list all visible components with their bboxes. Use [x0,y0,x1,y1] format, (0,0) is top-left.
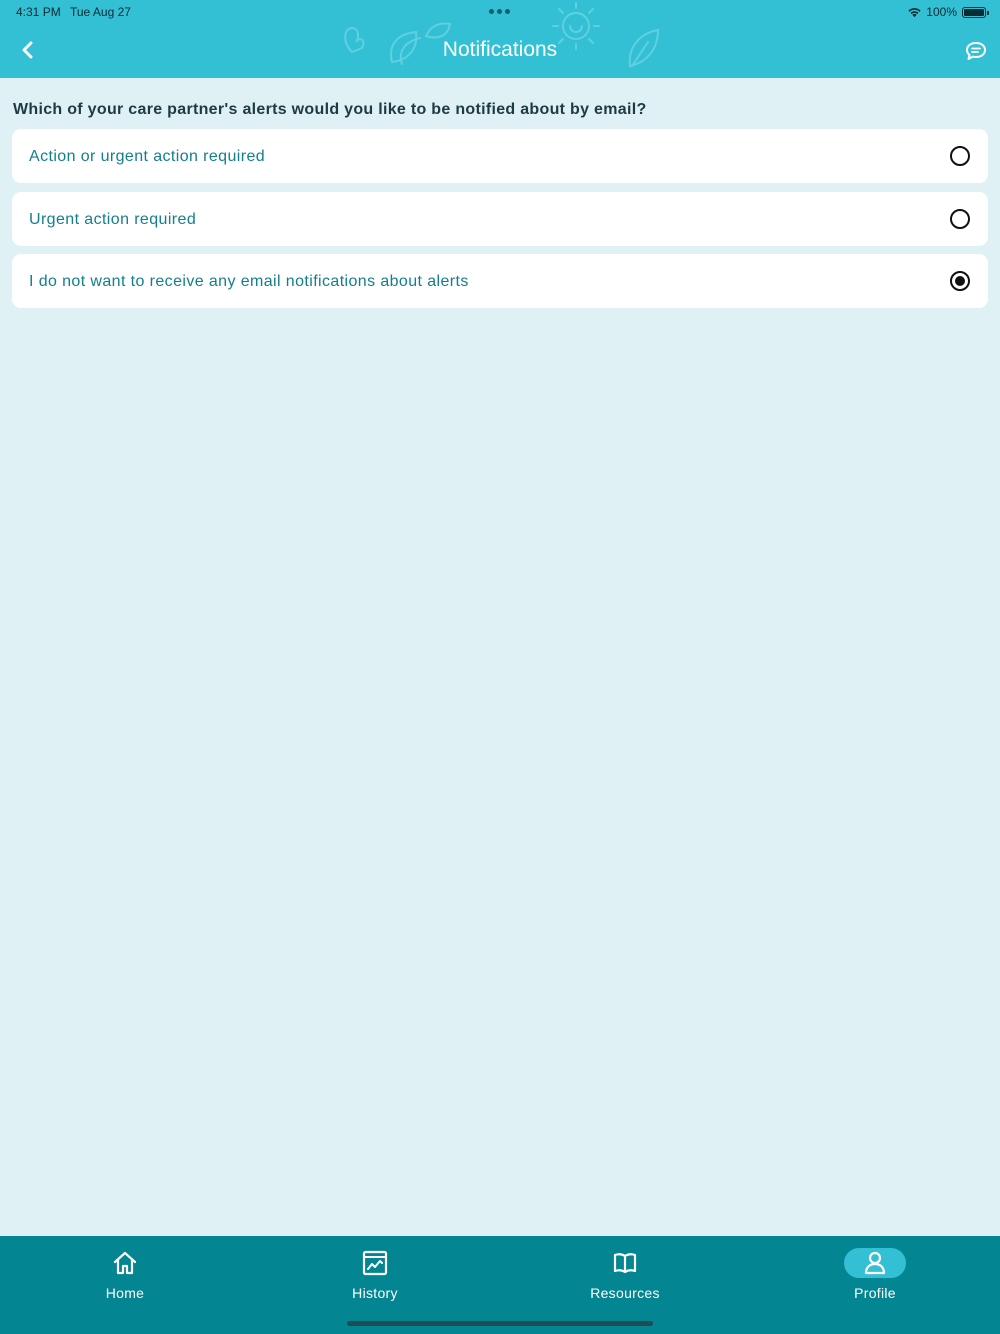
option-label: Action or urgent action required [29,148,266,165]
tab-history[interactable]: History [250,1236,500,1316]
status-indicators: 100% [907,4,989,20]
radio-button[interactable] [950,271,970,291]
notification-options: Action or urgent action required Urgent … [12,129,988,317]
option-label: I do not want to receive any email notif… [29,273,469,290]
home-indicator[interactable] [347,1321,653,1326]
chat-bubble-icon [966,42,986,60]
tab-icon-container [94,1248,156,1278]
bottom-tab-bar: Home History Resources Profile [0,1236,1000,1334]
tab-label: Profile [854,1285,896,1301]
book-icon [613,1253,637,1274]
option-urgent-only[interactable]: Urgent action required [12,191,988,246]
option-label: Urgent action required [29,210,197,228]
tab-label: History [352,1285,398,1301]
home-icon [113,1251,137,1275]
battery-icon [962,6,989,18]
status-time: 4:31 PM [16,5,61,19]
tab-label: Home [105,1285,145,1301]
wifi-icon [908,8,921,18]
tab-icon-container [844,1248,906,1278]
battery-percentage: 100% [926,5,957,19]
user-icon [864,1251,886,1275]
chart-icon [362,1250,388,1276]
tab-profile[interactable]: Profile [750,1236,1000,1316]
radio-button[interactable] [950,146,970,166]
page-title: Notifications [442,38,558,61]
tab-resources[interactable]: Resources [500,1236,750,1316]
tab-label: Resources [590,1285,660,1301]
app-header: 4:31 PM Tue Aug 27 100% Notifications [0,0,1000,78]
tab-icon-container [594,1248,656,1278]
notification-question: Which of your care partner's alerts woul… [13,101,647,118]
status-date: Tue Aug 27 [70,5,131,19]
option-no-notifications[interactable]: I do not want to receive any email notif… [12,254,988,308]
radio-button[interactable] [950,208,970,229]
chat-button[interactable] [964,39,988,63]
option-action-or-urgent[interactable]: Action or urgent action required [12,129,988,183]
tab-home[interactable]: Home [0,1236,250,1316]
tab-icon-container [344,1248,406,1278]
